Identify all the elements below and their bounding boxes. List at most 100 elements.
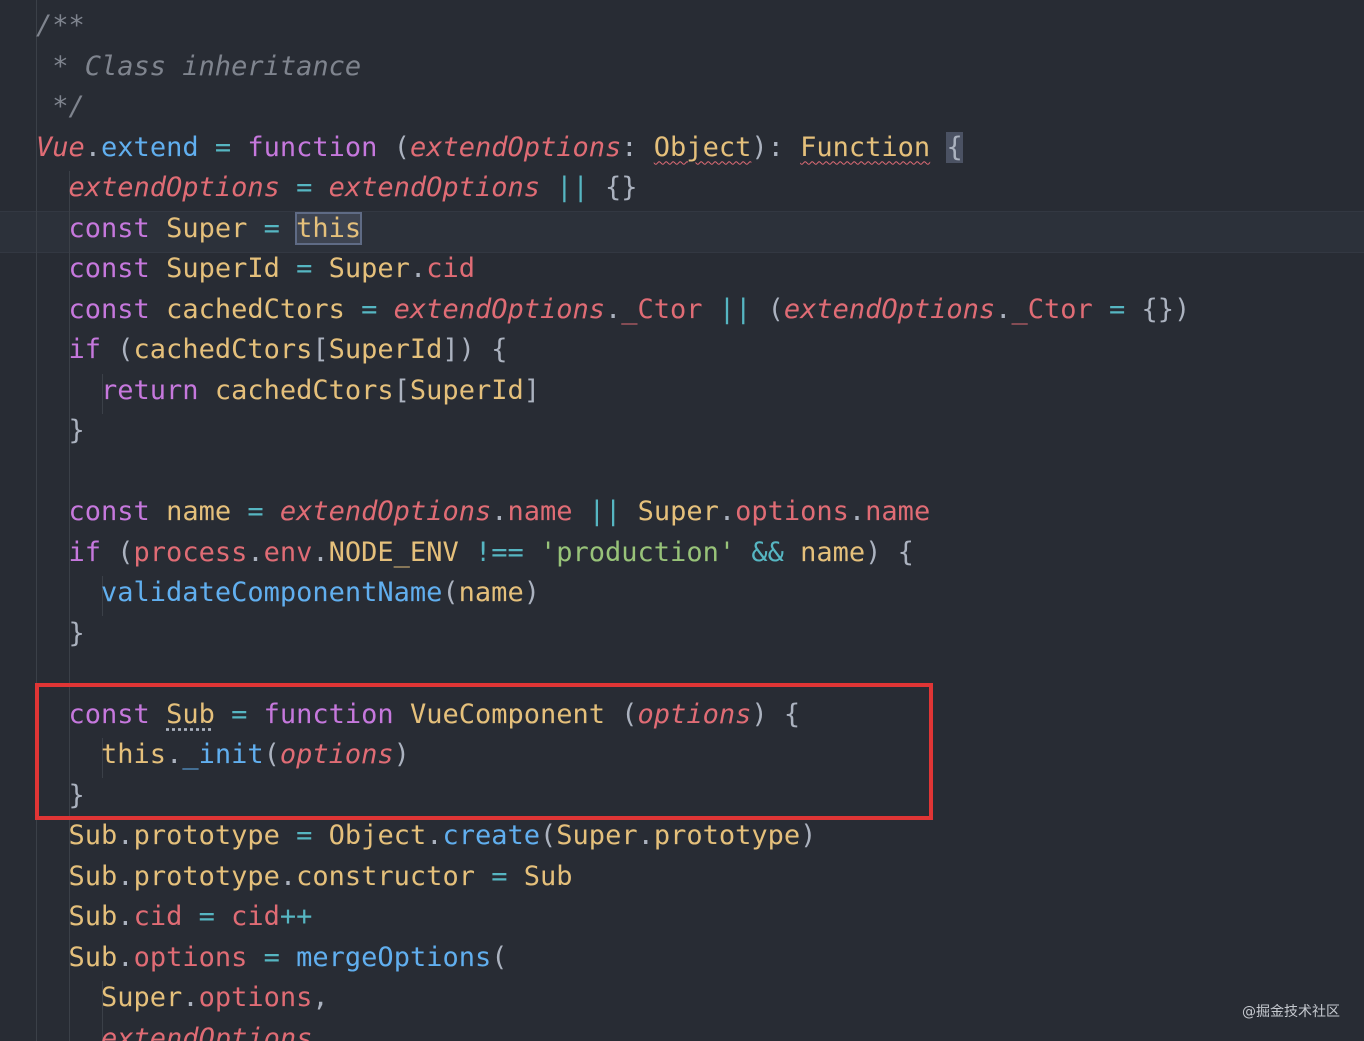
code-line[interactable]: extendOptions bbox=[36, 1019, 1356, 1041]
code-token: Sub bbox=[68, 941, 118, 973]
code-line[interactable]: * Class inheritance bbox=[36, 47, 1356, 88]
code-line[interactable]: Sub.options = mergeOptions( bbox=[36, 938, 1356, 979]
code-token: = bbox=[214, 131, 232, 163]
code-token: ( bbox=[101, 536, 134, 568]
code-token: [ bbox=[312, 334, 329, 365]
code-editor[interactable]: /** * Class inheritance */ Vue.extend = f… bbox=[0, 0, 1364, 1041]
code-token: options bbox=[133, 941, 248, 973]
code-line[interactable]: const cachedCtors = extendOptions._Ctor … bbox=[36, 290, 1356, 331]
code-token: cid bbox=[133, 901, 183, 932]
code-token: ( bbox=[377, 131, 410, 163]
code-token: const bbox=[68, 293, 150, 325]
code-line[interactable]: */ bbox=[36, 87, 1356, 128]
code-token: ( bbox=[491, 941, 508, 973]
code-token: if bbox=[68, 334, 102, 365]
code-line[interactable]: Super.options, bbox=[36, 978, 1356, 1019]
code-token: ) bbox=[523, 577, 540, 608]
code-token: cid bbox=[426, 253, 475, 284]
code-token: create bbox=[442, 820, 541, 851]
code-line[interactable]: validateComponentName(name) bbox=[36, 573, 1356, 614]
code-token: Super bbox=[556, 820, 638, 851]
code-token: SuperId bbox=[409, 374, 524, 406]
code-line[interactable]: extendOptions = extendOptions || {} bbox=[36, 168, 1356, 209]
code-token: . bbox=[117, 941, 134, 973]
code-line[interactable]: Vue.extend = function (extendOptions: Ob… bbox=[36, 128, 1356, 169]
code-token: _Ctor bbox=[1011, 293, 1093, 325]
code-token: cachedCtors bbox=[166, 293, 345, 325]
code-line[interactable]: return cachedCtors[SuperId] bbox=[36, 371, 1356, 412]
code-token: name bbox=[166, 496, 232, 527]
code-token: ) { bbox=[865, 536, 914, 568]
code-line[interactable]: const name = extendOptions.name || Super… bbox=[36, 492, 1356, 533]
code-token: NODE_ENV bbox=[328, 536, 459, 568]
code-line[interactable]: Sub.prototype = Object.create(Super.prot… bbox=[36, 816, 1356, 857]
code-line[interactable]: const Super = this bbox=[36, 209, 1356, 250]
highlight-annotation-box bbox=[35, 683, 933, 820]
code-token: env bbox=[263, 536, 313, 568]
code-token: ): bbox=[751, 131, 801, 163]
code-token: : bbox=[621, 131, 654, 163]
code-token: const bbox=[68, 253, 150, 284]
code-token: . bbox=[409, 253, 427, 284]
code-token: . bbox=[848, 496, 866, 527]
code-token: */ bbox=[36, 91, 85, 122]
code-token: = bbox=[296, 172, 313, 203]
code-line[interactable]: if (process.env.NODE_ENV !== 'production… bbox=[36, 533, 1356, 574]
code-token: Function bbox=[800, 131, 931, 163]
code-token: extendOptions bbox=[783, 293, 996, 325]
code-token: Vue bbox=[36, 131, 85, 163]
code-token: prototype bbox=[133, 820, 280, 851]
code-token: ] bbox=[523, 374, 540, 406]
code-token: name bbox=[865, 496, 931, 527]
code-token: . bbox=[426, 820, 443, 851]
code-token: validateComponentName bbox=[101, 577, 443, 608]
code-token: . bbox=[995, 293, 1012, 325]
code-line[interactable] bbox=[36, 452, 1356, 493]
code-line[interactable]: Sub.cid = cid++ bbox=[36, 897, 1356, 938]
code-token: SuperId bbox=[166, 253, 280, 284]
code-token: } bbox=[36, 617, 85, 649]
code-token: Sub bbox=[68, 860, 118, 892]
code-line[interactable]: Sub.prototype.constructor = Sub bbox=[36, 857, 1356, 898]
code-token: prototype bbox=[653, 820, 801, 851]
code-line[interactable]: if (cachedCtors[SuperId]) { bbox=[36, 330, 1356, 371]
code-token: . bbox=[117, 860, 134, 892]
code-token: _Ctor bbox=[621, 293, 703, 325]
code-line[interactable]: } bbox=[36, 411, 1356, 452]
code-token: extendOptions bbox=[393, 293, 605, 325]
code-token: = bbox=[491, 860, 508, 892]
code-token: . bbox=[247, 536, 264, 568]
code-token: ) bbox=[800, 820, 817, 851]
code-line[interactable]: } bbox=[36, 614, 1356, 655]
code-line[interactable]: const SuperId = Super.cid bbox=[36, 249, 1356, 290]
code-token: 'production' bbox=[540, 536, 736, 568]
code-line[interactable]: /** bbox=[36, 6, 1356, 47]
